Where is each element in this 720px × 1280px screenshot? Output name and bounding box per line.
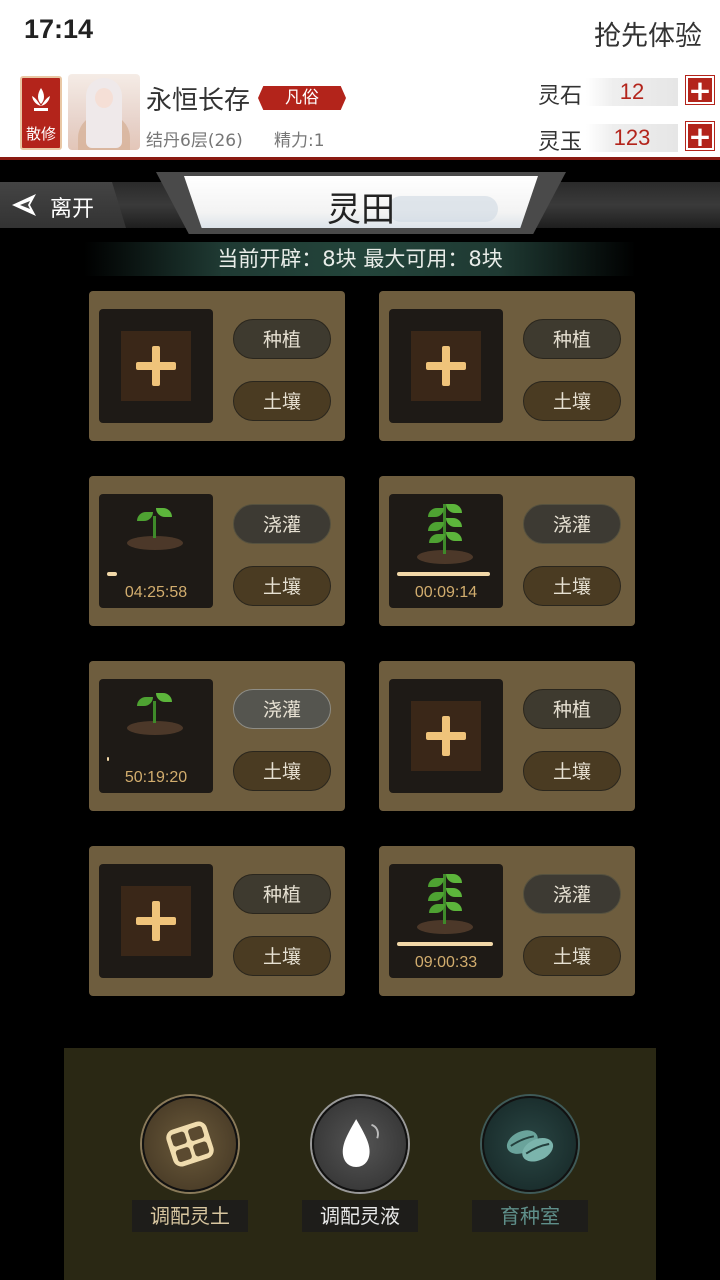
add-spirit-jade-button[interactable]: + (685, 121, 715, 151)
tool-circle (142, 1096, 238, 1192)
player-name: 永恒长存 (146, 86, 251, 116)
growth-timer: 00:09:14 (414, 584, 478, 601)
soil-button[interactable]: 土壤 (233, 566, 331, 606)
sect-badge[interactable]: 散修 (20, 76, 62, 150)
growth-timer: 50:19:20 (124, 769, 188, 786)
plot-slot[interactable] (99, 864, 213, 978)
plot-card: 种植 土壤 (89, 291, 345, 441)
currency-name: 灵玉 (538, 130, 583, 155)
growth-timer: 04:25:58 (124, 584, 188, 601)
currency-spirit-jade: 灵玉 123 + (538, 121, 715, 158)
tool-circle (312, 1096, 408, 1192)
plant-button[interactable]: 种植 (523, 319, 621, 359)
add-spirit-stone-button[interactable]: + (685, 75, 715, 105)
plant-button[interactable]: 种植 (233, 874, 331, 914)
currency-value: 123 (586, 124, 678, 152)
soil-button[interactable]: 土壤 (523, 751, 621, 791)
currency-value: 12 (586, 78, 678, 106)
plot-card: 04:25:58 浇灌土壤 (89, 476, 345, 626)
plot-card: 种植 土壤 (89, 846, 345, 996)
water-button[interactable]: 浇灌 (233, 504, 331, 544)
plot-card: 50:19:20 浇灌土壤 (89, 661, 345, 811)
currency-spirit-stone: 灵石 12 + (538, 75, 715, 112)
plus-icon (411, 331, 481, 401)
profile-header: 散修 永恒长存 凡俗 结丹6层(26) 精力:1 灵石 12 + 灵玉 123 … (0, 66, 720, 160)
lotus-icon (32, 88, 50, 111)
breeding-room-tool[interactable]: 育种室 (472, 1096, 588, 1236)
status-bar: 17:14 抢先体验 (0, 0, 720, 66)
soil-button[interactable]: 土壤 (523, 936, 621, 976)
water-drop-icon (342, 1119, 379, 1167)
title-plate: 灵田 (156, 172, 566, 234)
plant-button[interactable]: 种植 (523, 689, 621, 729)
plus-icon (121, 331, 191, 401)
tool-label: 调配灵液 (302, 1200, 418, 1232)
water-button[interactable]: 浇灌 (233, 689, 331, 729)
currency-name: 灵石 (538, 84, 583, 109)
growth-progress (397, 942, 493, 946)
soil-button[interactable]: 土壤 (233, 936, 331, 976)
plot-slot[interactable]: 04:25:58 (99, 494, 213, 608)
seed-icon (506, 1130, 554, 1162)
blend-soil-tool[interactable]: 调配灵土 (132, 1096, 248, 1236)
soil-blend-icon (166, 1121, 214, 1167)
rank-badge: 凡俗 (258, 86, 346, 110)
back-arrow-icon (12, 194, 36, 216)
leave-label: 离开 (50, 197, 95, 222)
water-button[interactable]: 浇灌 (523, 504, 621, 544)
plots-info: 当前开辟：8块 最大可用：8块 (84, 242, 636, 276)
tool-circle (482, 1096, 578, 1192)
sect-label: 散修 (25, 125, 56, 143)
plot-slot[interactable] (389, 679, 503, 793)
tool-label: 育种室 (472, 1200, 588, 1232)
growth-progress (107, 572, 117, 576)
soil-button[interactable]: 土壤 (523, 381, 621, 421)
water-button[interactable]: 浇灌 (523, 874, 621, 914)
plot-slot[interactable] (99, 309, 213, 423)
soil-button[interactable]: 土壤 (523, 566, 621, 606)
soil-button[interactable]: 土壤 (233, 751, 331, 791)
plus-icon (121, 886, 191, 956)
tool-label: 调配灵土 (132, 1200, 248, 1232)
cultivation-level: 结丹6层(26) (146, 131, 243, 151)
page-title: 灵田 (327, 190, 395, 230)
growth-progress (107, 757, 109, 761)
stamina-value: 精力:1 (274, 131, 325, 151)
growth-progress (397, 572, 490, 576)
plot-slot[interactable]: 50:19:20 (99, 679, 213, 793)
plot-card: 09:00:33 浇灌土壤 (379, 846, 635, 996)
app-root: { "status": { "time": "17:14", "promo": … (0, 0, 720, 1280)
title-bar: 离开 灵田 (0, 160, 720, 238)
plot-slot[interactable] (389, 309, 503, 423)
growth-timer: 09:00:33 (414, 954, 478, 971)
avatar[interactable] (68, 74, 140, 150)
plot-slot[interactable]: 09:00:33 (389, 864, 503, 978)
plot-card: 种植 土壤 (379, 291, 635, 441)
plot-card: 00:09:14 浇灌土壤 (379, 476, 635, 626)
plot-card: 种植 土壤 (379, 661, 635, 811)
leave-button[interactable]: 离开 (0, 182, 126, 228)
early-access-label[interactable]: 抢先体验 (594, 14, 702, 53)
plant-button[interactable]: 种植 (233, 319, 331, 359)
status-time: 17:14 (24, 14, 94, 44)
plus-icon (411, 701, 481, 771)
blend-liquid-tool[interactable]: 调配灵液 (302, 1096, 418, 1236)
plot-slot[interactable]: 00:09:14 (389, 494, 503, 608)
tools-panel: 调配灵土 调配灵液 育种室 (64, 1048, 656, 1280)
soil-button[interactable]: 土壤 (233, 381, 331, 421)
